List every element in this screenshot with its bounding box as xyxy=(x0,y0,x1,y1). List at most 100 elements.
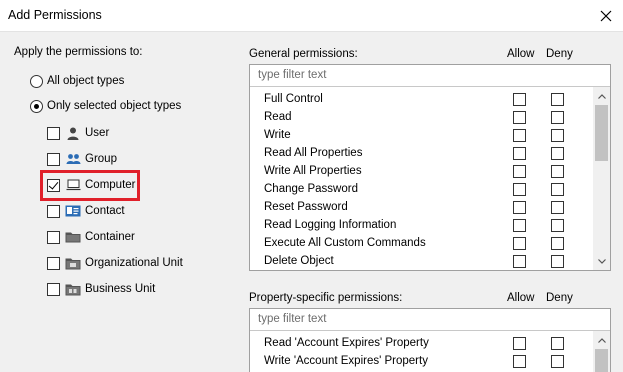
allow-checkbox[interactable] xyxy=(513,355,526,368)
general-scrollbar[interactable] xyxy=(593,87,610,270)
radio-only-selected-types[interactable]: Only selected object types xyxy=(30,98,181,114)
scroll-down-button[interactable] xyxy=(593,254,610,268)
allow-checkbox[interactable] xyxy=(513,237,526,250)
deny-checkbox[interactable] xyxy=(551,93,564,106)
business-unit-icon xyxy=(65,282,81,296)
allow-checkbox[interactable] xyxy=(513,93,526,106)
type-label: User xyxy=(85,127,110,139)
type-checkbox[interactable] xyxy=(47,282,60,296)
deny-checkbox[interactable] xyxy=(551,201,564,214)
scroll-thumb[interactable] xyxy=(595,349,608,372)
type-checkbox[interactable] xyxy=(47,204,60,218)
radio-label: All object types xyxy=(47,75,125,87)
permission-row: Change Password xyxy=(250,181,590,199)
type-label: Group xyxy=(85,153,117,165)
property-allow-header: Allow xyxy=(507,292,535,304)
radio-all-object-types[interactable]: All object types xyxy=(30,73,124,89)
permission-row: Read 'Account Expires' Property xyxy=(250,335,590,353)
permission-name: Read 'Account Expires' Property xyxy=(264,337,429,349)
type-label: Business Unit xyxy=(85,283,156,295)
deny-checkbox[interactable] xyxy=(551,237,564,250)
permission-row: Write xyxy=(250,127,590,145)
computer-highlight-box xyxy=(40,170,140,201)
allow-checkbox[interactable] xyxy=(513,111,526,124)
permission-name: Write All Properties xyxy=(264,165,362,177)
general-permissions-panel: type filter text Full Control Read Write Re… xyxy=(249,64,611,271)
type-item-user[interactable]: User xyxy=(47,125,109,141)
deny-checkbox[interactable] xyxy=(551,129,564,142)
permission-name: Read xyxy=(264,111,292,123)
type-checkbox[interactable] xyxy=(47,230,60,244)
permission-row: Reset Password xyxy=(250,199,590,217)
title-bar: Add Permissions xyxy=(0,0,623,32)
close-button[interactable] xyxy=(589,0,623,31)
scroll-thumb[interactable] xyxy=(595,105,608,161)
permission-name: Read Logging Information xyxy=(264,219,397,231)
chevron-down-icon xyxy=(597,258,606,264)
apply-label: Apply the permissions to: xyxy=(14,46,143,58)
type-label: Organizational Unit xyxy=(85,257,183,269)
permission-name: Delete Object xyxy=(264,255,334,267)
deny-checkbox[interactable] xyxy=(551,165,564,178)
allow-checkbox[interactable] xyxy=(513,129,526,142)
deny-checkbox[interactable] xyxy=(551,355,564,368)
type-label: Container xyxy=(85,231,135,243)
type-item-group[interactable]: Group xyxy=(47,151,117,167)
permission-row: Read All Properties xyxy=(250,145,590,163)
permission-row: Write All Properties xyxy=(250,163,590,181)
permission-name: Reset Password xyxy=(264,201,348,213)
window-title: Add Permissions xyxy=(8,8,102,22)
deny-checkbox[interactable] xyxy=(551,111,564,124)
allow-checkbox[interactable] xyxy=(513,255,526,268)
group-icon xyxy=(65,152,81,166)
deny-checkbox[interactable] xyxy=(551,337,564,350)
property-scrollbar[interactable] xyxy=(593,331,610,372)
radio-button[interactable] xyxy=(30,99,43,113)
property-deny-header: Deny xyxy=(546,292,573,304)
deny-checkbox[interactable] xyxy=(551,183,564,196)
property-filter-input[interactable]: type filter text xyxy=(250,309,610,331)
deny-checkbox[interactable] xyxy=(551,147,564,160)
general-permissions-label: General permissions: xyxy=(249,48,358,60)
property-permissions-panel: type filter text Read 'Account Expires' … xyxy=(249,308,611,372)
type-label: Contact xyxy=(85,205,125,217)
scroll-up-button[interactable] xyxy=(593,333,610,347)
allow-checkbox[interactable] xyxy=(513,165,526,178)
allow-checkbox[interactable] xyxy=(513,201,526,214)
permission-name: Write xyxy=(264,129,291,141)
general-filter-input[interactable]: type filter text xyxy=(250,65,610,87)
permission-row: Full Control xyxy=(250,91,590,109)
type-checkbox[interactable] xyxy=(47,256,60,270)
type-item-contact[interactable]: Contact xyxy=(47,203,125,219)
allow-checkbox[interactable] xyxy=(513,183,526,196)
type-item-organizational-unit[interactable]: Organizational Unit xyxy=(47,255,183,271)
type-item-business-unit[interactable]: Business Unit xyxy=(47,281,155,297)
permission-name: Read All Properties xyxy=(264,147,363,159)
permission-name: Execute All Custom Commands xyxy=(264,237,426,249)
type-checkbox[interactable] xyxy=(47,126,60,140)
permission-row: Execute All Custom Commands xyxy=(250,235,590,253)
org-unit-icon xyxy=(65,256,81,270)
radio-label: Only selected object types xyxy=(47,100,182,112)
contact-icon xyxy=(65,204,81,218)
user-icon xyxy=(65,126,81,140)
allow-checkbox[interactable] xyxy=(513,219,526,232)
permission-row: Read xyxy=(250,109,590,127)
permission-name: Full Control xyxy=(264,93,323,105)
allow-checkbox[interactable] xyxy=(513,337,526,350)
radio-button[interactable] xyxy=(30,74,43,88)
permission-row: Read Logging Information xyxy=(250,217,590,235)
deny-checkbox[interactable] xyxy=(551,219,564,232)
type-item-container[interactable]: Container xyxy=(47,229,135,245)
chevron-up-icon xyxy=(597,93,606,99)
type-checkbox[interactable] xyxy=(47,152,60,166)
permission-name: Write 'Account Expires' Property xyxy=(264,355,428,367)
property-permissions-label: Property-specific permissions: xyxy=(249,292,403,304)
allow-checkbox[interactable] xyxy=(513,147,526,160)
general-allow-header: Allow xyxy=(507,48,535,60)
scroll-up-button[interactable] xyxy=(593,89,610,103)
permission-name: Change Password xyxy=(264,183,358,195)
folder-icon xyxy=(65,230,81,244)
deny-checkbox[interactable] xyxy=(551,255,564,268)
close-icon xyxy=(600,10,612,21)
